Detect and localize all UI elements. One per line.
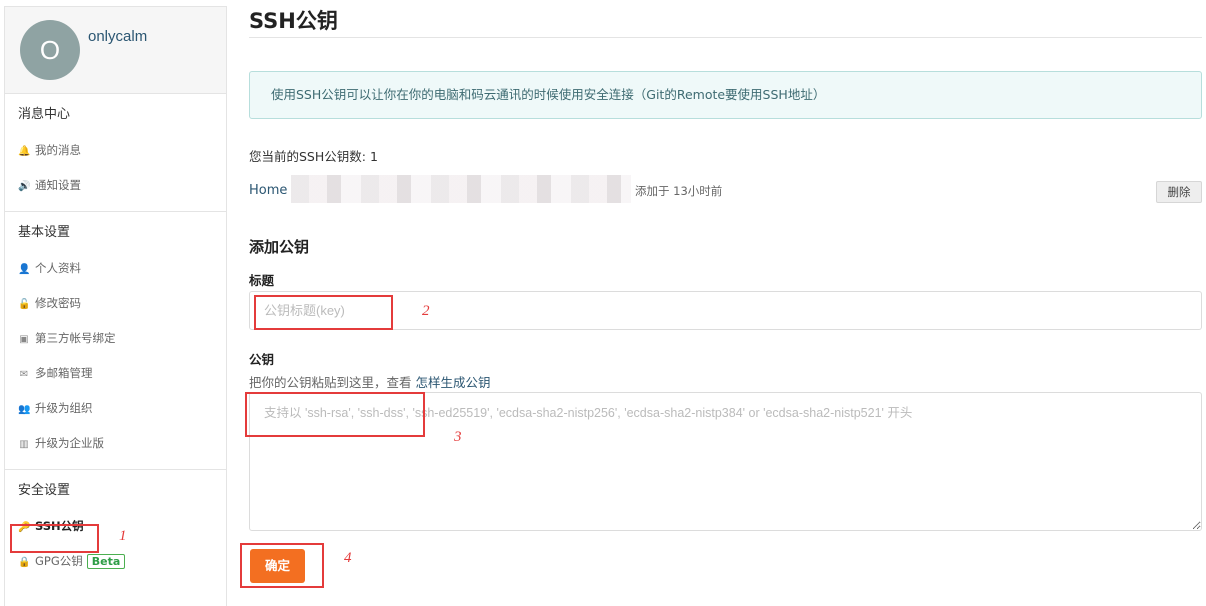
key-count: 您当前的SSH公钥数: 1 [249,149,378,164]
sidebar-item-profile[interactable]: 👤 个人资料 [5,251,226,286]
key-icon: 🔑 [18,522,31,533]
profile-header: O onlycalm [5,7,226,94]
sidebar-item-upgrade-enterprise[interactable]: ▥ 升级为企业版 [5,426,226,461]
annotation-number-1: 1 [119,528,127,544]
contact-card-icon: ▣ [19,334,29,345]
annotation-number-4: 4 [344,550,352,566]
section-security: 安全设置 🔑 SSH公钥 🔒 GPG公钥 Beta [5,470,226,587]
delete-key-button[interactable]: 删除 [1156,181,1202,203]
unlock-icon: 🔓 [18,299,31,310]
sidebar-item-emails[interactable]: ✉ 多邮箱管理 [5,356,226,391]
key-hint: 把你的公钥粘贴到这里，查看 怎样生成公钥 [249,372,491,391]
key-title-input[interactable] [249,291,1202,330]
speaker-icon: 🔊 [18,181,31,192]
sidebar-item-my-messages[interactable]: 🔔 我的消息 [5,133,226,168]
users-icon: 👥 [18,404,31,415]
title-label: 标题 [249,273,275,288]
sidebar-item-label: 升级为组织 [35,401,93,415]
sidebar-item-label: GPG公钥 [35,554,83,568]
key-fingerprint-blurred [291,175,631,203]
title-divider [249,37,1202,38]
username[interactable]: onlycalm [88,28,147,45]
sidebar-item-label: 我的消息 [35,143,81,157]
building-icon: ▥ [19,439,29,450]
key-name[interactable]: Home [249,183,287,198]
beta-badge: Beta [86,554,126,569]
annotation-number-3: 3 [454,429,462,445]
sidebar-item-upgrade-org[interactable]: 👥 升级为组织 [5,391,226,426]
how-to-generate-link[interactable]: 怎样生成公钥 [416,375,491,390]
envelope-icon: ✉ [19,369,29,380]
sidebar: O onlycalm 消息中心 🔔 我的消息 🔊 通知设置 基本设置 👤 个人资料 🔓… [4,6,227,606]
sidebar-item-label: 通知设置 [35,178,81,192]
annotation-number-2: 2 [422,303,430,319]
sidebar-item-label: 修改密码 [35,296,81,310]
key-hint-text: 把你的公钥粘贴到这里，查看 [249,375,412,390]
section-basic: 基本设置 👤 个人资料 🔓 修改密码 ▣ 第三方帐号绑定 ✉ 多邮箱管理 👥 升级为组织 … [5,212,226,470]
sidebar-item-label: 多邮箱管理 [35,366,93,380]
sidebar-item-third-party[interactable]: ▣ 第三方帐号绑定 [5,321,226,356]
sidebar-item-label: 第三方帐号绑定 [35,331,116,345]
avatar[interactable]: O [20,20,80,80]
sidebar-item-label: 个人资料 [35,261,81,275]
key-label: 公钥 [249,352,275,367]
sidebar-item-label: SSH公钥 [35,519,84,533]
sidebar-item-label: 升级为企业版 [35,436,104,450]
user-icon: 👤 [18,264,31,275]
section-title: 基本设置 [18,225,71,240]
info-notice: 使用SSH公钥可以让你在你的电脑和码云通讯的时候使用安全连接（Git的Remot… [249,71,1202,119]
section-title: 消息中心 [18,107,71,122]
page-title: SSH公钥 [249,9,338,33]
section-title: 安全设置 [18,483,71,498]
public-key-textarea[interactable] [249,392,1202,531]
key-added-time: 添加于 13小时前 [635,184,723,198]
sidebar-item-gpg-keys[interactable]: 🔒 GPG公钥 Beta [5,544,226,579]
lock-icon: 🔒 [18,557,31,568]
sidebar-item-notification-settings[interactable]: 🔊 通知设置 [5,168,226,203]
submit-button[interactable]: 确定 [250,549,305,583]
section-messages: 消息中心 🔔 我的消息 🔊 通知设置 [5,94,226,212]
sidebar-item-ssh-keys[interactable]: 🔑 SSH公钥 [5,509,226,544]
bell-icon: 🔔 [18,146,31,157]
sidebar-item-change-password[interactable]: 🔓 修改密码 [5,286,226,321]
add-key-heading: 添加公钥 [249,238,310,256]
